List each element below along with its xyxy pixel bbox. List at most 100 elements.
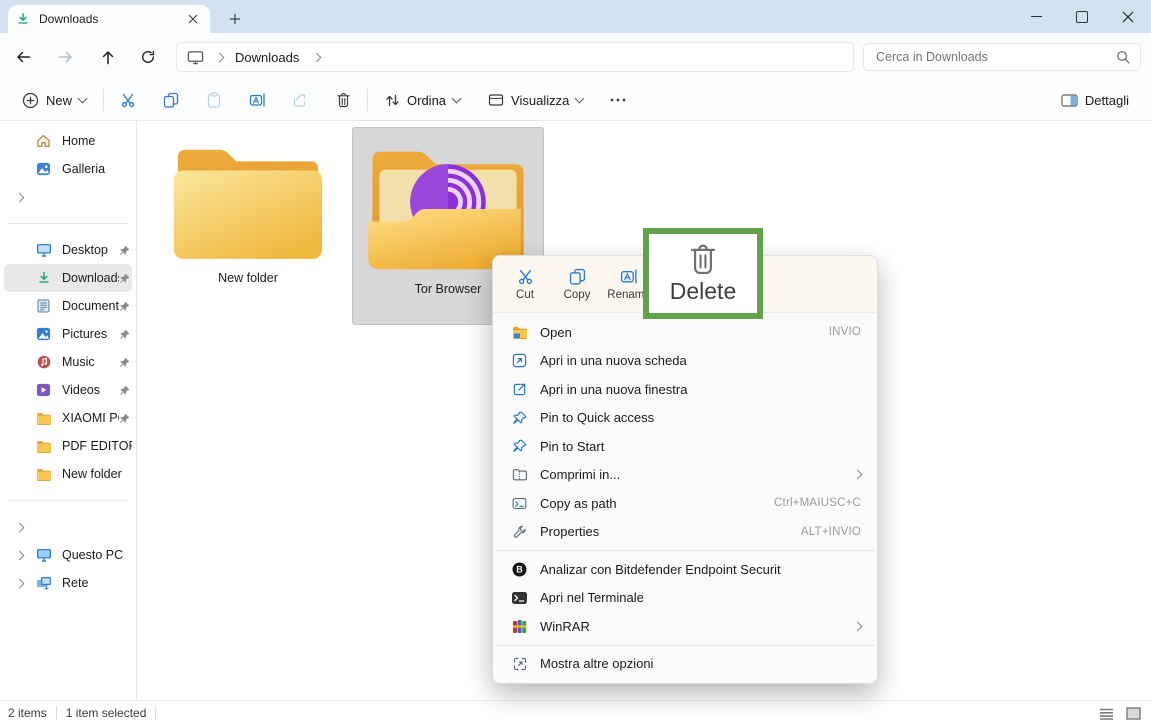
chevron-down-icon — [575, 94, 585, 104]
copy-icon — [569, 268, 586, 285]
cut-button[interactable] — [111, 84, 145, 116]
cut-command[interactable]: Cut — [499, 260, 551, 308]
search-box[interactable] — [863, 43, 1141, 71]
large-icons-view-icon[interactable] — [1126, 707, 1141, 720]
explorer-tab-downloads[interactable]: Downloads — [8, 5, 210, 33]
pin-icon — [119, 301, 130, 312]
menu-item-open-terminal[interactable]: Apri nel Terminale — [497, 584, 873, 613]
menu-item-label: WinRAR — [540, 619, 854, 634]
sort-arrows-icon — [385, 93, 400, 108]
file-explorer-window: Downloads — [0, 0, 1151, 725]
svg-text:B: B — [516, 564, 523, 574]
menu-item-open[interactable]: Open INVIO — [497, 318, 873, 347]
status-separator — [56, 706, 57, 720]
rename-icon — [620, 268, 638, 285]
copy-command[interactable]: Copy — [551, 260, 603, 308]
rename-button[interactable] — [240, 84, 274, 116]
sidebar-divider — [8, 500, 128, 501]
downloads-icon — [35, 271, 52, 285]
back-button[interactable] — [8, 42, 38, 72]
menu-item-label: Pin to Start — [540, 439, 861, 454]
up-button[interactable] — [93, 42, 123, 72]
chevron-right-icon — [853, 470, 863, 480]
sidebar-item-gallery[interactable]: Galleria — [4, 155, 132, 183]
sidebar-item-documents[interactable]: Documents — [4, 292, 132, 320]
sort-button[interactable]: Ordina — [375, 84, 470, 116]
sidebar-item-music[interactable]: Music — [4, 348, 132, 376]
menu-item-winrar[interactable]: WinRAR — [497, 612, 873, 641]
new-tab-button[interactable] — [224, 8, 246, 30]
folder-icon — [35, 412, 52, 425]
forward-button[interactable] — [50, 42, 80, 72]
copy-button[interactable] — [154, 84, 188, 116]
cut-command-label: Cut — [516, 289, 534, 301]
menu-item-label: Open — [540, 325, 829, 340]
gallery-icon — [35, 162, 52, 176]
menu-item-show-more-options[interactable]: Mostra altre opzioni — [497, 650, 873, 679]
copy-command-label: Copy — [564, 289, 591, 301]
sidebar-item-network[interactable]: Rete — [4, 569, 132, 597]
documents-icon — [35, 299, 52, 313]
tab-close-icon[interactable] — [184, 10, 202, 28]
more-options-button[interactable] — [601, 84, 635, 116]
search-input[interactable] — [874, 49, 1116, 65]
delete-button[interactable] — [326, 84, 360, 116]
menu-item-copy-as-path[interactable]: Copy as path Ctrl+MAIUSC+C — [497, 489, 873, 518]
sidebar-item-videos[interactable]: Videos — [4, 376, 132, 404]
sidebar-expander[interactable] — [4, 513, 132, 541]
menu-item-compress[interactable]: Comprimi in... — [497, 461, 873, 490]
menu-item-properties[interactable]: Properties ALT+INVIO — [497, 518, 873, 547]
address-bar[interactable]: Downloads — [176, 42, 854, 72]
sidebar-item-desktop[interactable]: Desktop — [4, 236, 132, 264]
close-button[interactable] — [1105, 0, 1151, 33]
menu-divider — [495, 645, 875, 646]
menu-item-bitdefender-scan[interactable]: B Analizar con Bitdefender Endpoint Secu… — [497, 555, 873, 584]
sidebar-item-downloads[interactable]: Downloads — [4, 264, 132, 292]
chevron-right-icon — [14, 578, 24, 588]
menu-item-label: Pin to Quick access — [540, 410, 861, 425]
menu-item-pin-quick-access[interactable]: Pin to Quick access — [497, 404, 873, 433]
sidebar-item-pdf-editor[interactable]: PDF EDITOR — [4, 432, 132, 460]
minimize-button[interactable] — [1013, 0, 1059, 33]
menu-item-label: Mostra altre opzioni — [540, 656, 861, 671]
maximize-button[interactable] — [1059, 0, 1105, 33]
menu-item-pin-to-start[interactable]: Pin to Start — [497, 432, 873, 461]
pin-icon — [119, 245, 130, 256]
window-controls — [1013, 0, 1151, 33]
breadcrumb-downloads[interactable]: Downloads — [235, 50, 299, 65]
search-icon — [1116, 50, 1130, 64]
status-bar: 2 items 1 item selected — [0, 700, 1151, 725]
sidebar-item-label: Downloads — [62, 271, 119, 285]
list-view-icon[interactable] — [1099, 708, 1114, 720]
refresh-button[interactable] — [133, 42, 163, 72]
plus-circle-icon — [22, 92, 39, 109]
file-tile-label: New folder — [218, 271, 278, 285]
chevron-right-icon[interactable] — [312, 52, 322, 62]
sidebar-item-xiaomi-poco[interactable]: XIAOMI POCO F — [4, 404, 132, 432]
view-button[interactable]: Visualizza — [478, 84, 593, 116]
context-menu: Cut Copy Rename Open INVIO — [492, 255, 878, 684]
menu-item-label: Properties — [540, 524, 801, 539]
new-button[interactable]: New — [12, 84, 96, 116]
bitdefender-icon: B — [511, 562, 528, 577]
sidebar-expander[interactable] — [4, 183, 132, 211]
menu-item-shortcut: INVIO — [829, 326, 861, 338]
delete-highlight-callout[interactable]: Delete — [643, 228, 763, 319]
copy-as-path-icon — [511, 497, 528, 510]
menu-item-open-new-tab[interactable]: Apri in una nuova scheda — [497, 347, 873, 376]
menu-item-open-new-window[interactable]: Apri in una nuova finestra — [497, 375, 873, 404]
sidebar-item-label: Desktop — [62, 243, 119, 257]
menu-item-shortcut: Ctrl+MAIUSC+C — [774, 497, 861, 509]
paste-button[interactable] — [197, 84, 231, 116]
details-pane-button[interactable]: Dettagli — [1051, 84, 1139, 116]
file-tile-new-folder[interactable]: New folder — [152, 127, 344, 325]
sidebar-item-new-folder[interactable]: New folder — [4, 460, 132, 488]
sidebar-item-this-pc[interactable]: Questo PC — [4, 541, 132, 569]
open-folder-icon — [511, 326, 528, 339]
chevron-right-icon — [14, 522, 24, 532]
share-button[interactable] — [283, 84, 317, 116]
sidebar-item-pictures[interactable]: Pictures — [4, 320, 132, 348]
details-pane-label: Dettagli — [1085, 93, 1129, 108]
tab-title: Downloads — [39, 12, 184, 26]
sidebar-item-home[interactable]: Home — [4, 127, 132, 155]
